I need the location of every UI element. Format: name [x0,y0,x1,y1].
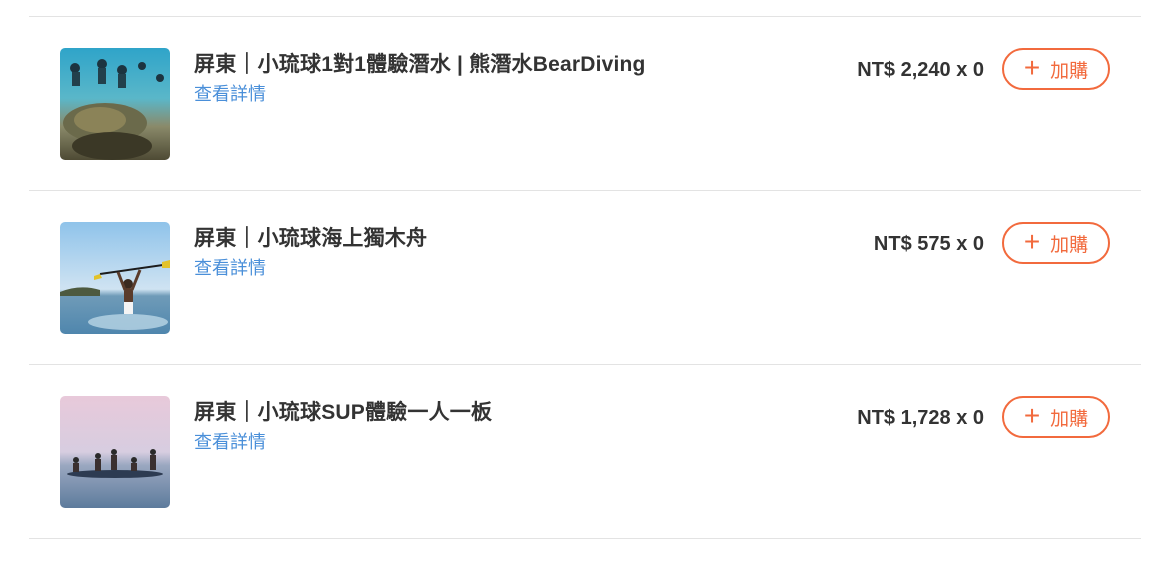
diving-turtle-photo [60,48,170,160]
divider [29,538,1141,539]
product-price: NT$ 2,240 x 0 [857,59,984,81]
product-row: 屏東｜小琉球海上獨木舟 查看詳情 NT$ 575 x 0 + 加購 [29,191,1141,364]
plus-icon: + [1023,51,1041,83]
sup-photo [60,396,170,508]
add-on-label: 加購 [1050,408,1089,430]
plus-icon: + [1023,225,1041,257]
view-details-link[interactable]: 查看詳情 [194,80,266,106]
product-title: 屏東｜小琉球海上獨木舟 [194,227,428,250]
product-image-sup[interactable] [60,396,170,508]
product-image-diving[interactable] [60,48,170,160]
plus-icon: + [1023,399,1041,431]
addon-product-list: 屏東｜小琉球1對1體驗潛水 | 熊潛水BearDiving 查看詳情 NT$ 2… [29,16,1141,539]
product-price: NT$ 575 x 0 [873,233,984,255]
product-row: 屏東｜小琉球1對1體驗潛水 | 熊潛水BearDiving 查看詳情 NT$ 2… [29,17,1141,190]
kayak-photo [60,222,170,334]
add-on-button[interactable]: + 加購 [1002,222,1110,264]
product-image-kayak[interactable] [60,222,170,334]
product-row: 屏東｜小琉球SUP體驗一人一板 查看詳情 NT$ 1,728 x 0 + 加購 [29,365,1141,538]
view-details-link[interactable]: 查看詳情 [194,254,266,280]
product-price: NT$ 1,728 x 0 [857,407,984,429]
product-title: 屏東｜小琉球1對1體驗潛水 | 熊潛水BearDiving [194,53,646,76]
add-on-label: 加購 [1050,234,1089,256]
view-details-link[interactable]: 查看詳情 [194,428,266,454]
add-on-button[interactable]: + 加購 [1002,396,1110,438]
add-on-label: 加購 [1050,60,1089,82]
add-on-button[interactable]: + 加購 [1002,48,1110,90]
product-title: 屏東｜小琉球SUP體驗一人一板 [194,401,493,424]
